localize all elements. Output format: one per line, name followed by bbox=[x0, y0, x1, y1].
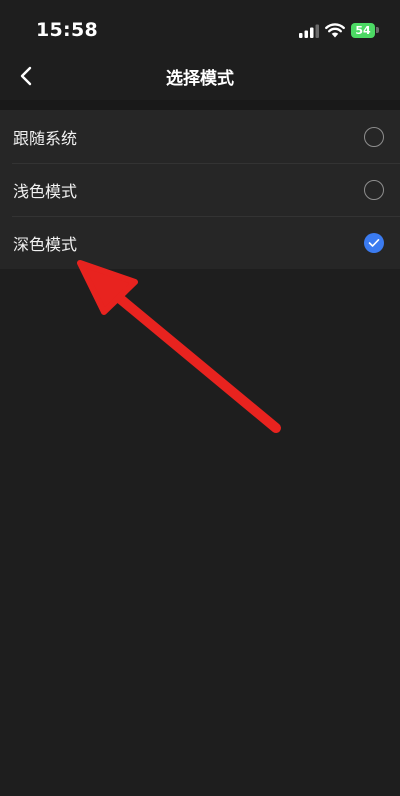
radio-unchecked[interactable] bbox=[364, 126, 384, 147]
option-light-mode[interactable]: 浅色模式 bbox=[0, 163, 400, 216]
section-separator bbox=[0, 100, 400, 110]
radio-checked[interactable] bbox=[364, 232, 384, 253]
status-time: 15:58 bbox=[36, 19, 98, 41]
radio-unchecked[interactable] bbox=[364, 179, 384, 200]
battery-indicator: 54 bbox=[351, 22, 381, 38]
nav-bar: 选择模式 bbox=[0, 52, 400, 100]
page-title: 选择模式 bbox=[166, 69, 234, 89]
option-label: 浅色模式 bbox=[13, 181, 78, 201]
annotation-arrow-shaft bbox=[107, 287, 281, 433]
cellular-signal-icon bbox=[299, 24, 319, 38]
screen: 15:58 54 选择模式 跟随系统 浅色模式 深色模式 bbox=[0, 0, 400, 796]
option-follow-system[interactable]: 跟随系统 bbox=[0, 110, 400, 163]
option-label: 深色模式 bbox=[13, 234, 78, 254]
theme-option-list: 跟随系统 浅色模式 深色模式 bbox=[0, 110, 400, 269]
status-bar: 15:58 54 bbox=[0, 0, 400, 52]
battery-level: 54 bbox=[351, 22, 375, 38]
annotation-arrow-head bbox=[77, 260, 138, 315]
checkmark-icon bbox=[368, 238, 380, 247]
battery-nub bbox=[376, 27, 379, 33]
wifi-icon bbox=[325, 23, 345, 38]
option-label: 跟随系统 bbox=[13, 128, 78, 148]
option-dark-mode[interactable]: 深色模式 bbox=[0, 216, 400, 269]
